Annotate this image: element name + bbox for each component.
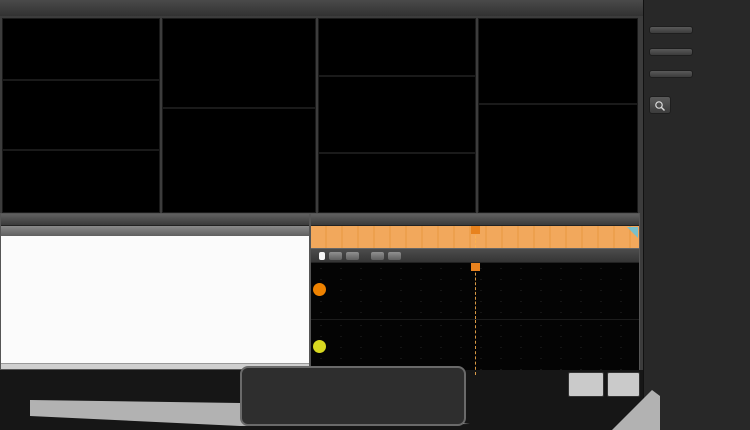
waveform-view-panel — [310, 213, 640, 370]
math1-marker-badge[interactable] — [313, 283, 326, 296]
acquisition-badge[interactable] — [607, 372, 640, 397]
horizontal-badge[interactable] — [568, 372, 604, 397]
results-sidebar — [643, 0, 750, 430]
v-zoom-plus-button[interactable] — [371, 252, 384, 260]
waveform-overview-bar[interactable] — [311, 226, 639, 249]
plot-tie-histogram-meas1[interactable] — [2, 18, 160, 80]
plot-bathtub-meas4[interactable] — [318, 153, 476, 213]
results-table-body — [1, 236, 309, 363]
h-zoom-plus-button[interactable] — [329, 252, 342, 260]
measure-button[interactable] — [649, 48, 693, 56]
search-button[interactable] — [649, 96, 671, 114]
results-table-header — [1, 226, 309, 236]
math2-marker-badge[interactable] — [313, 340, 326, 353]
h-zoom-scale-value[interactable] — [319, 252, 325, 260]
zoom-controls-bar — [311, 249, 639, 263]
zoom-tool-icon[interactable] — [627, 227, 638, 238]
measurement-results-panel — [0, 213, 310, 370]
trigger-line — [475, 320, 476, 375]
plot-bathtub-meas1[interactable] — [2, 150, 160, 213]
acquired-signal-waveform[interactable] — [311, 263, 639, 320]
search-icon — [654, 100, 666, 112]
plot-eye-diagram-meas1[interactable] — [162, 18, 316, 108]
measurement-results-titlebar[interactable] — [1, 214, 309, 226]
tekscope-window — [0, 0, 750, 430]
trigger-flag-icon — [471, 263, 480, 271]
trigger-line — [475, 263, 476, 319]
plot-tie-spectrum-meas4[interactable] — [478, 104, 638, 213]
v-zoom-minus-button[interactable] — [388, 252, 401, 260]
magnified-badge-callout — [240, 366, 466, 426]
results-table-button[interactable] — [649, 70, 693, 78]
plot-tie-spectrum-meas1[interactable] — [162, 108, 316, 213]
trigger-flag-icon[interactable] — [471, 226, 480, 234]
waveform-view-titlebar[interactable] — [311, 214, 639, 226]
plot-tie-histogram-meas4[interactable] — [318, 18, 476, 76]
plot-eye-diagram-meas4[interactable] — [478, 18, 638, 104]
plot-composite-jitter-histogram-meas4[interactable] — [318, 76, 476, 153]
h-zoom-minus-button[interactable] — [346, 252, 359, 260]
menu-bar — [0, 0, 750, 16]
cursors-button[interactable] — [649, 26, 693, 34]
plot-composite-jitter-histogram-meas1[interactable] — [2, 80, 160, 150]
